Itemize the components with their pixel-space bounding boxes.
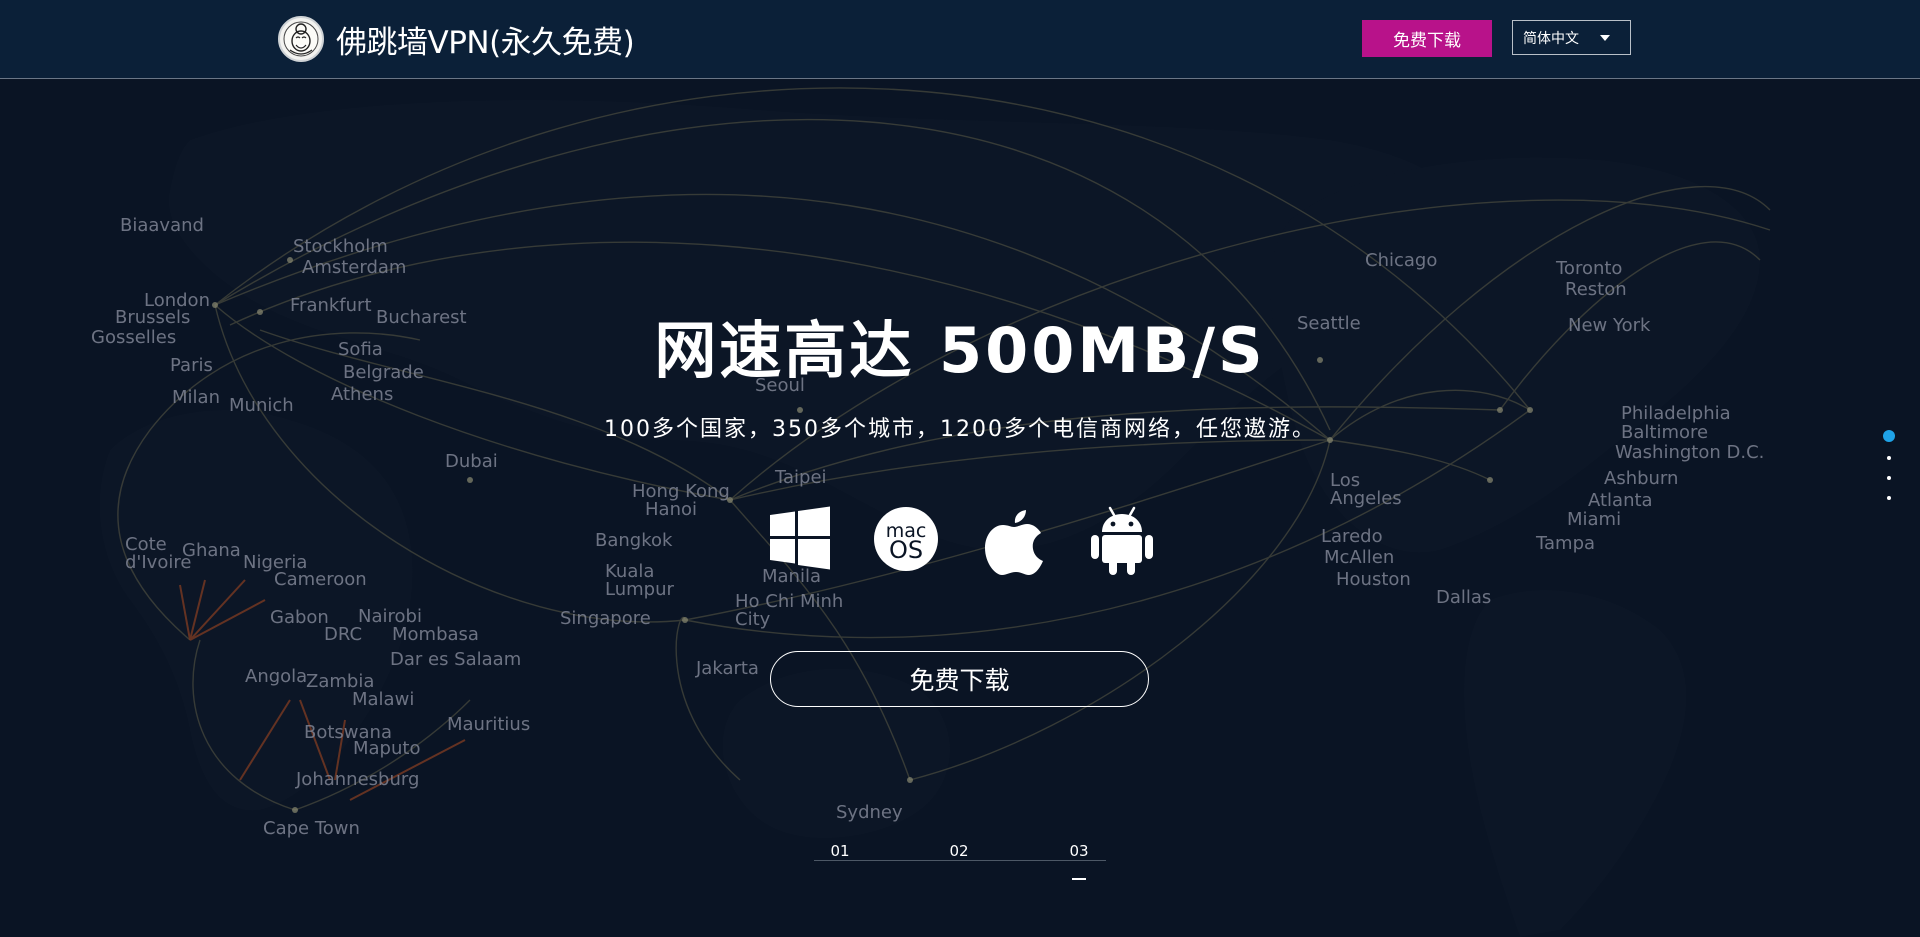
city-label: Houston <box>1336 569 1411 590</box>
macos-icon-text-os: OS <box>889 536 923 564</box>
top-navbar: 佛跳墙VPN(永久免费) 免费下载 简体中文 <box>0 0 1920 79</box>
hero-download-button[interactable]: 免费下载 <box>770 651 1149 707</box>
city-label: Ghana <box>182 540 241 561</box>
city-label: Johannesburg <box>296 769 420 790</box>
pagination-dot-4[interactable] <box>1887 496 1891 500</box>
city-label: Milan <box>172 387 220 408</box>
page-pagination <box>1880 430 1900 510</box>
city-label: Hanoi <box>645 499 697 520</box>
city-label: Toronto <box>1556 258 1623 279</box>
slide-tabs-divider <box>814 860 1106 861</box>
city-label: Amsterdam <box>302 257 407 278</box>
city-label: Reston <box>1565 279 1627 300</box>
city-label: McAllen <box>1324 547 1395 568</box>
city-label: Dallas <box>1436 587 1492 608</box>
macos-icon[interactable]: mac OS <box>873 506 943 576</box>
city-label: Singapore <box>560 608 651 629</box>
apple-icon[interactable] <box>982 506 1052 576</box>
city-label: Cape Town <box>263 818 360 839</box>
language-selected-value: 简体中文 <box>1523 30 1579 47</box>
pagination-dot-3[interactable] <box>1887 476 1891 480</box>
brand[interactable]: 佛跳墙VPN(永久免费) <box>278 16 635 62</box>
slide-tab-02[interactable]: 02 <box>939 842 979 860</box>
windows-icon[interactable] <box>768 506 838 576</box>
pagination-dot-2[interactable] <box>1887 456 1891 460</box>
slide-active-indicator <box>1072 878 1086 880</box>
city-label: Bangkok <box>595 530 673 551</box>
platform-icons: mac OS <box>760 506 1160 576</box>
city-label: Atlanta <box>1588 490 1653 511</box>
page: Biaavand Stockholm Amsterdam London Brus… <box>0 0 1920 937</box>
city-label: Ashburn <box>1604 468 1679 489</box>
city-label: Cameroon <box>274 569 367 590</box>
brand-name: 佛跳墙VPN(永久免费) <box>336 24 635 61</box>
city-label: Angola <box>245 666 308 687</box>
caret-down-icon <box>1600 35 1610 41</box>
city-label: Tampa <box>1536 533 1596 554</box>
language-select[interactable]: 简体中文 <box>1512 20 1631 55</box>
city-label: Ho Chi Minh City <box>735 591 844 630</box>
city-label: Malawi <box>352 689 415 710</box>
android-icon[interactable] <box>1090 506 1160 576</box>
city-label: Dar es Salaam <box>390 649 522 670</box>
city-label: Mauritius <box>447 714 531 735</box>
city-label: Los Angeles <box>1330 470 1402 509</box>
city-label: Sydney <box>836 802 903 823</box>
city-label: Kuala Lumpur <box>605 561 674 600</box>
city-label: Gabon <box>270 607 329 628</box>
hero-title: 网速高达 500MB/S <box>654 314 1266 387</box>
city-label: Mombasa <box>392 624 479 645</box>
city-label: DRC <box>324 624 363 645</box>
buddha-logo-icon <box>278 16 324 62</box>
city-label: Washington D.C. <box>1615 442 1765 463</box>
city-label: Biaavand <box>120 215 204 236</box>
city-label: Maputo <box>353 738 421 759</box>
slide-tab-01[interactable]: 01 <box>820 842 860 860</box>
slide-tabs: 01 02 03 <box>814 838 1106 888</box>
header-download-button[interactable]: 免费下载 <box>1362 20 1492 57</box>
slide-tab-03[interactable]: 03 <box>1059 842 1099 860</box>
city-label: Stockholm <box>293 236 388 257</box>
city-label: Miami <box>1567 509 1622 530</box>
city-label: Chicago <box>1365 250 1438 271</box>
city-label: Laredo <box>1321 526 1383 547</box>
city-label: Dubai <box>445 451 498 472</box>
pagination-dot-1[interactable] <box>1883 430 1895 442</box>
city-label: Taipei <box>775 467 827 488</box>
hero-subtitle: 100多个国家，350多个城市，1200多个电信商网络，任您遨游。 <box>604 417 1316 442</box>
city-label: Jakarta <box>696 658 759 679</box>
